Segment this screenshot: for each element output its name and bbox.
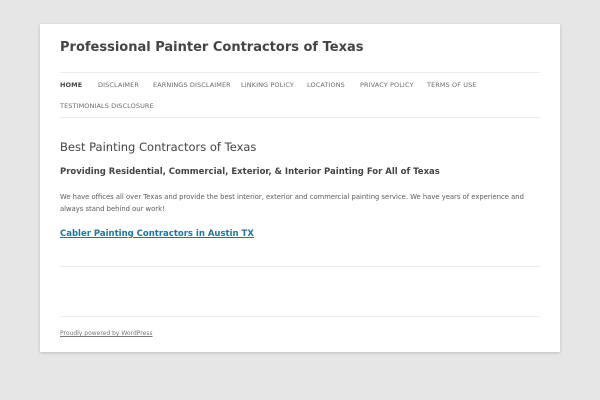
nav-item-privacy-policy[interactable]: PRIVACY POLICY xyxy=(360,81,414,89)
footer-credit-link[interactable]: Proudly powered by WordPress xyxy=(60,330,153,338)
site-title[interactable]: Professional Painter Contractors of Texa… xyxy=(60,40,363,56)
nav-item-home[interactable]: HOME xyxy=(60,81,82,89)
austin-contractors-link[interactable]: Cabler Painting Contractors in Austin TX xyxy=(60,229,254,240)
nav-item-locations[interactable]: LOCATIONS xyxy=(307,81,345,89)
page-container: Professional Painter Contractors of Texa… xyxy=(40,24,560,352)
entry-title: Best Painting Contractors of Texas xyxy=(60,140,257,154)
nav-item-testimonials-disclosure[interactable]: TESTIMONIALS DISCLOSURE xyxy=(60,102,154,110)
main-navigation: HOME DISCLAIMER EARNINGS DISCLAIMER LINK… xyxy=(60,72,540,118)
nav-item-linking-policy[interactable]: LINKING POLICY xyxy=(241,81,294,89)
nav-item-terms-of-use[interactable]: TERMS OF USE xyxy=(427,81,477,89)
content-divider xyxy=(60,266,540,267)
nav-item-disclaimer[interactable]: DISCLAIMER xyxy=(98,81,139,89)
entry-subtitle: Providing Residential, Commercial, Exter… xyxy=(60,167,440,177)
entry-body-text: We have offices all over Texas and provi… xyxy=(60,193,524,213)
nav-item-earnings-disclaimer[interactable]: EARNINGS DISCLAIMER xyxy=(153,81,231,89)
footer-divider xyxy=(60,316,540,317)
